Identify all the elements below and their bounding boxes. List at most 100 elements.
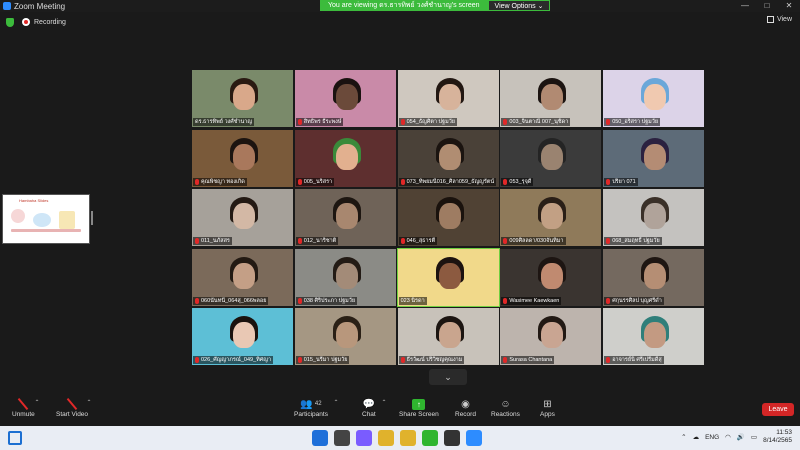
chat-button[interactable]: 💬 Chat bbox=[362, 397, 376, 419]
meeting-toolbar: Unmute ⌃ Start Video ⌃ 👥 42 Participants … bbox=[0, 395, 800, 426]
chevron-down-icon: ⌄ bbox=[444, 371, 452, 382]
view-options-button[interactable]: View Options ⌄ bbox=[487, 0, 551, 11]
participant-tile[interactable]: 005_นริสรา bbox=[294, 129, 396, 187]
participant-tile[interactable]: 068_สมฤทธิ์ ปฐมวัย bbox=[603, 189, 705, 246]
participant-tile[interactable]: อาจารย์นิ ศรีเปรีมดีสุ bbox=[603, 308, 705, 365]
participant-tile[interactable]: 023 นิรดา bbox=[396, 247, 500, 307]
participant-tile[interactable]: 053_รุจุดี bbox=[500, 129, 602, 187]
battery-icon[interactable]: ▭ bbox=[751, 433, 757, 441]
taskbar-app-icon[interactable] bbox=[312, 430, 328, 446]
participant-tile[interactable]: 060นันทนี_064สุ_066พลอย bbox=[192, 248, 293, 306]
taskbar-app-icon[interactable] bbox=[422, 430, 438, 446]
recording-icon bbox=[22, 18, 30, 26]
participant-name: คุณพิชญา ทองเกิด bbox=[201, 178, 245, 185]
participant-name-label: 073_ทิพยมนี016_ศิลา059_ธัญญรัตน์ bbox=[398, 177, 497, 186]
participant-tile[interactable]: 009ศิลลดา/030จันทิมา bbox=[500, 189, 602, 246]
participant-name-label: ธีรวัฒน์ ปริวิชญคุณงาม bbox=[398, 356, 465, 364]
participant-name: 023 นิรดา bbox=[400, 297, 425, 304]
participant-name-label: อาจารย์นิ ศรีเปรีมดีสุ bbox=[604, 356, 664, 364]
participant-name: ธีรวัฒน์ ปริวิชญคุณงาม bbox=[406, 357, 463, 363]
participant-face bbox=[541, 262, 564, 289]
participant-tile[interactable]: 003_จินตาณี 007_นุชิดา bbox=[500, 70, 602, 127]
participant-name: 054_ธัญศิตา ปฐมวัย bbox=[406, 119, 456, 125]
participant-tile[interactable]: ปริยา 071 bbox=[603, 129, 705, 187]
participant-tile[interactable]: สิทธิพร ธีระพงษ์ bbox=[294, 70, 396, 127]
participant-name-label: 054_ธัญศิตา ปฐมวัย bbox=[398, 118, 458, 126]
wifi-icon[interactable]: ◠ bbox=[725, 433, 731, 441]
taskbar-app-icon[interactable] bbox=[444, 430, 460, 446]
participant-name: ปริยา 071 bbox=[612, 178, 636, 185]
muted-microphone-icon bbox=[503, 238, 508, 244]
participant-tile[interactable]: 038 ศิริประภา ปฐมวัย bbox=[294, 248, 396, 306]
muted-microphone-icon bbox=[400, 119, 405, 125]
share-screen-button[interactable]: ↑ Share Screen bbox=[399, 397, 439, 418]
maximize-button[interactable]: □ bbox=[756, 0, 778, 12]
participant-tile[interactable]: 012_นาริชาติ bbox=[294, 189, 396, 246]
shared-screen-thumbnail[interactable]: Hambaha Slides bbox=[2, 194, 90, 244]
participant-name: 068_สมฤทธิ์ ปฐมวัย bbox=[612, 238, 660, 244]
unmute-button[interactable]: Unmute bbox=[12, 397, 35, 418]
reactions-button[interactable]: ☺ Reactions bbox=[491, 397, 520, 419]
participant-face bbox=[541, 84, 564, 110]
participant-name: 060นันทนี_064สุ_066พลอย bbox=[201, 297, 267, 304]
cloud-icon[interactable]: ☁ bbox=[693, 433, 700, 441]
windows-taskbar: ⌃ ☁ ENG ◠ 🔊 ▭ 11:53 8/14/2565 bbox=[0, 426, 800, 450]
muted-microphone-icon bbox=[606, 238, 611, 244]
participant-name-label: 003_จินตาณี 007_นุชิดา bbox=[501, 118, 571, 126]
muted-microphone-icon bbox=[606, 357, 611, 363]
participant-tile[interactable]: 054_ธัญศิตา ปฐมวัย bbox=[397, 70, 499, 127]
participant-name-label: 012_นาริชาติ bbox=[295, 237, 339, 245]
close-button[interactable]: ✕ bbox=[778, 0, 800, 12]
taskbar-app-icon[interactable] bbox=[356, 430, 372, 446]
participant-name: อาจารย์นิ ศรีเปรีมดีสุ bbox=[612, 357, 662, 363]
tray-overflow-chevron-icon[interactable]: ⌃ bbox=[681, 433, 686, 441]
reactions-label: Reactions bbox=[491, 411, 520, 418]
clock-date: 8/14/2565 bbox=[763, 437, 792, 444]
volume-icon[interactable]: 🔊 bbox=[737, 433, 745, 441]
slide-title: Hambaha Slides bbox=[19, 198, 49, 203]
participant-tile[interactable]: 073_ทิพยมนี016_ศิลา059_ธัญญรัตน์ bbox=[397, 129, 499, 187]
participant-name-label: 023 นิรดา bbox=[398, 296, 427, 305]
participant-tile[interactable]: คุณพิชญา ทองเกิด bbox=[192, 129, 293, 187]
language-indicator[interactable]: ENG bbox=[705, 434, 719, 441]
record-label: Record bbox=[455, 411, 476, 418]
taskbar-app-icon[interactable] bbox=[466, 430, 482, 446]
view-button[interactable]: View bbox=[766, 16, 792, 23]
participant-tile[interactable]: ธีรวัฒน์ ปริวิชญคุณงาม bbox=[397, 308, 499, 365]
participant-tile[interactable]: 026_ศัญญาภรณ์_049_ทิศญา bbox=[192, 308, 293, 365]
participant-name: 003_จินตาณี 007_นุชิดา bbox=[509, 119, 569, 125]
clock[interactable]: 11:53 8/14/2565 bbox=[763, 429, 792, 445]
unmute-label: Unmute bbox=[12, 411, 35, 418]
participant-tile[interactable]: ดร.ธารทิพย์ วงศ์ชำนาญ bbox=[192, 70, 293, 127]
participant-tile[interactable]: 011_นภัสสร bbox=[192, 189, 293, 246]
muted-microphone-icon bbox=[503, 119, 508, 125]
taskbar-app-icon[interactable] bbox=[400, 430, 416, 446]
participant-tile[interactable]: Wasimee Kaewkaen bbox=[500, 248, 602, 306]
minimize-button[interactable]: — bbox=[734, 0, 756, 12]
participant-tile[interactable]: ศกุนรรศิลป บุญศรีดำ bbox=[603, 248, 705, 306]
start-video-button[interactable]: Start Video bbox=[56, 397, 88, 418]
muted-microphone-icon bbox=[297, 178, 302, 185]
gallery-scroll-down-button[interactable]: ⌄ bbox=[429, 369, 467, 385]
taskbar-app-icon[interactable] bbox=[378, 430, 394, 446]
record-button[interactable]: ◉ Record bbox=[455, 397, 476, 419]
leave-button[interactable]: Leave bbox=[762, 403, 794, 416]
participant-tile[interactable]: Surasa Chantana bbox=[500, 308, 602, 365]
apps-button[interactable]: ⊞ Apps bbox=[540, 397, 555, 419]
participant-name: 015_นรีมา ปฐมวัย bbox=[303, 357, 348, 363]
system-tray: ⌃ ☁ ENG ◠ 🔊 ▭ 11:53 8/14/2565 bbox=[681, 429, 792, 445]
participant-tile[interactable]: 050_อริสรา ปฐมวัย bbox=[603, 70, 705, 127]
widgets-icon[interactable] bbox=[8, 431, 22, 445]
grid-icon bbox=[766, 16, 774, 23]
participant-name-label: 038 ศิริประภา ปฐมวัย bbox=[295, 296, 358, 305]
taskbar-app-icon[interactable] bbox=[334, 430, 350, 446]
muted-microphone-icon bbox=[195, 238, 199, 244]
participant-tile[interactable]: 015_นรีมา ปฐมวัย bbox=[294, 308, 396, 365]
share-banner-message: You are viewing ดร.ธารทิพย์ วงศ์ชำนาญ's … bbox=[320, 0, 488, 11]
thumbnail-resize-handle[interactable] bbox=[91, 211, 93, 225]
participant-tile[interactable]: 046_สุธารตี bbox=[397, 189, 499, 246]
participants-button[interactable]: 👥 42 Participants bbox=[294, 397, 328, 419]
participant-name: สิทธิพร ธีระพงษ์ bbox=[303, 119, 342, 125]
encryption-shield-icon[interactable] bbox=[6, 17, 14, 27]
muted-microphone-icon bbox=[297, 238, 302, 244]
